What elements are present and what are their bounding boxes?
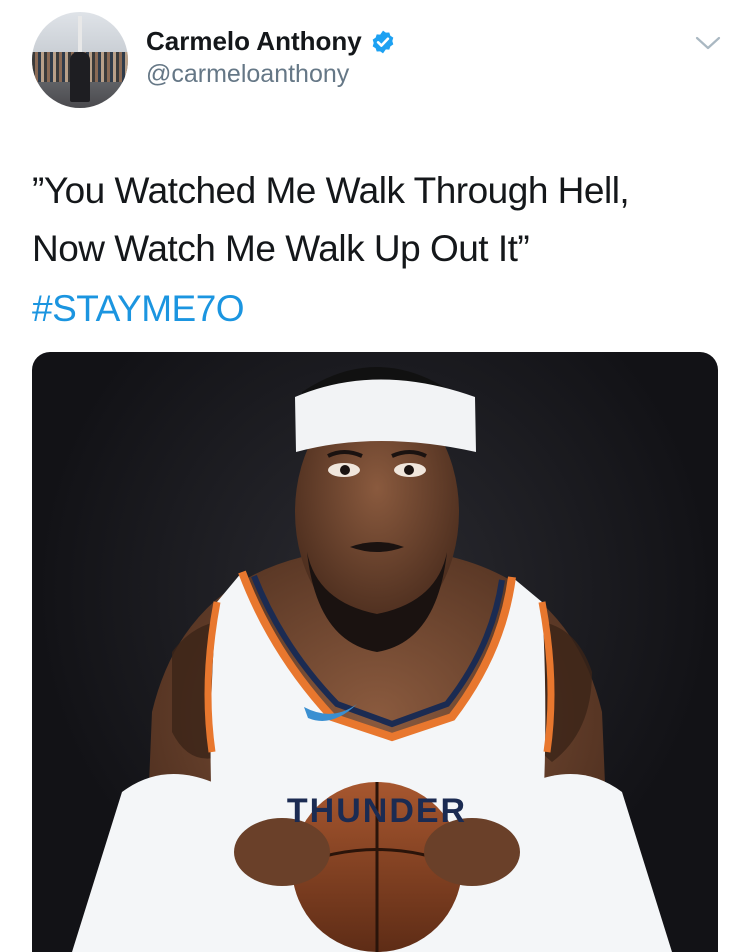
author-name[interactable]: Carmelo Anthony: [146, 26, 362, 57]
hashtag-link[interactable]: #STAYME7O: [32, 280, 245, 338]
tweet-media-image[interactable]: THUNDER: [32, 352, 718, 952]
tweet-text: ”You Watched Me Walk Through Hell, Now W…: [32, 162, 732, 278]
player-photo: THUNDER: [72, 367, 672, 952]
author-name-row[interactable]: Carmelo Anthony: [146, 26, 396, 57]
tweet-text-line-1: ”You Watched Me Walk Through Hell,: [32, 170, 630, 211]
jersey-text: THUNDER: [287, 792, 467, 830]
verified-badge-icon: [372, 30, 394, 53]
avatar[interactable]: [32, 12, 128, 108]
author-handle[interactable]: @carmeloanthony: [146, 60, 349, 89]
chevron-down-icon[interactable]: [694, 34, 722, 52]
tweet-text-line-2: Now Watch Me Walk Up Out It”: [32, 228, 530, 269]
